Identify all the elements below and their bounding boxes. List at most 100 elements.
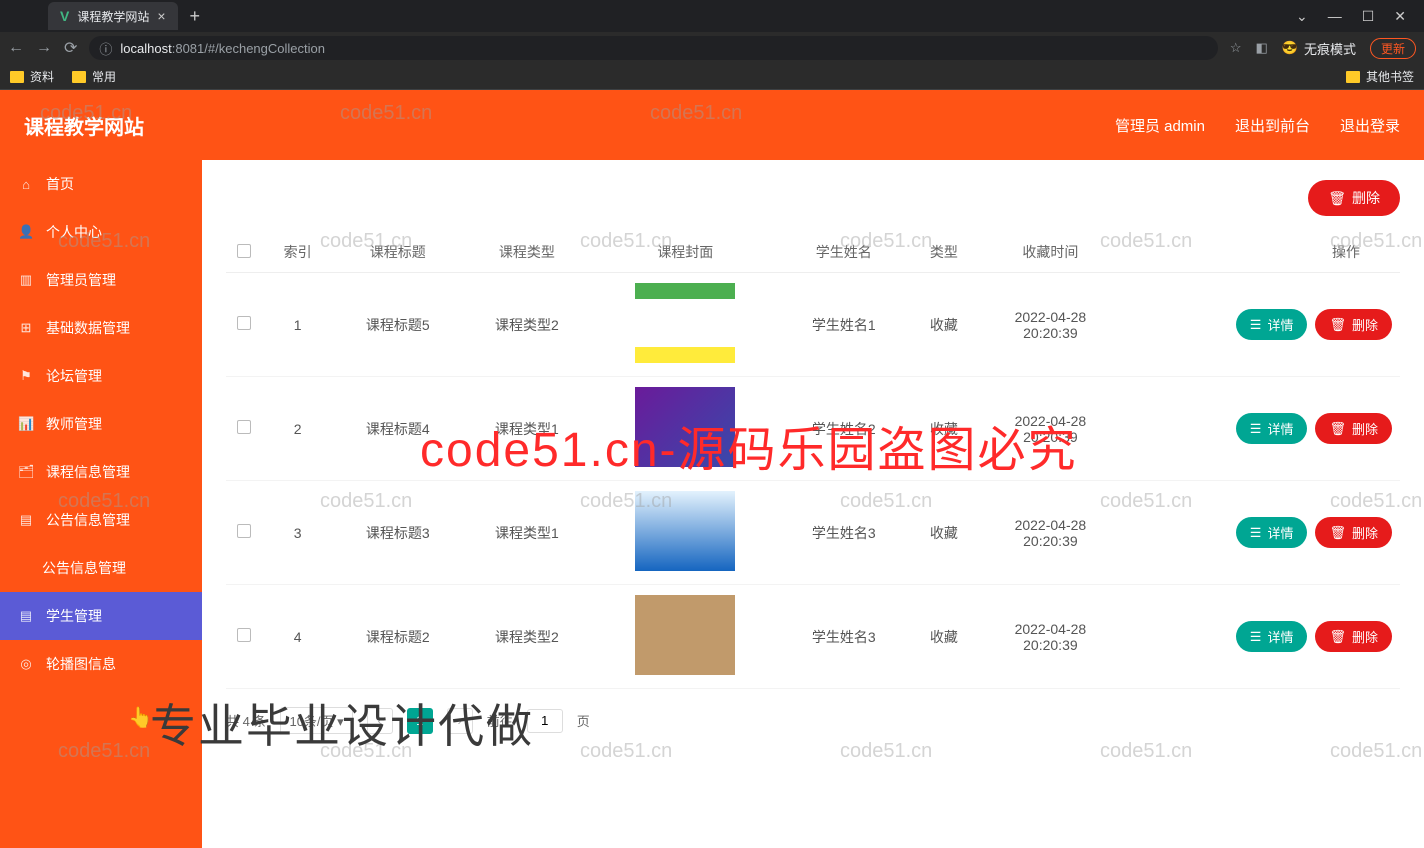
- sidebar-item-label: 基础数据管理: [46, 318, 130, 338]
- bookmark-bar: 资料 常用 其他书签: [0, 64, 1424, 90]
- col-title: 课程标题: [333, 232, 462, 273]
- sidebar-item-5[interactable]: 📊 教师管理: [0, 400, 202, 448]
- page-size-select[interactable]: 10条/页 ▾: [280, 707, 352, 734]
- close-icon[interactable]: ×: [157, 8, 165, 24]
- checkbox[interactable]: [237, 420, 251, 434]
- sidebar-item-1[interactable]: 👤个人中心: [0, 208, 202, 256]
- logout-link[interactable]: 退出登录: [1340, 115, 1400, 136]
- row-delete-button[interactable]: 🗑 删除: [1315, 517, 1392, 548]
- sidebar-item-0[interactable]: ⌂首页: [0, 160, 202, 208]
- sidebar-item-label: 教师管理: [46, 414, 102, 434]
- window-dropdown-icon[interactable]: ⌄: [1296, 8, 1308, 25]
- cell-cat: 收藏: [908, 585, 979, 689]
- goto-pre: 前往: [487, 711, 513, 730]
- user-badge[interactable]: 管理员 admin: [1115, 115, 1205, 136]
- page-number[interactable]: 1: [407, 708, 433, 734]
- star-icon[interactable]: ☆: [1230, 40, 1242, 56]
- next-page-button[interactable]: ›: [447, 708, 473, 734]
- main-content: 🗑 删除 索引 课程标题 课程类型 课程封面 学生姓名 类型 收藏时间: [202, 160, 1424, 848]
- sidebar-item-10[interactable]: ◎轮播图信息: [0, 640, 202, 688]
- sidebar-item-8[interactable]: 公告信息管理: [0, 544, 202, 592]
- url-path: /#/kechengCollection: [204, 41, 325, 56]
- vue-icon: V: [60, 8, 69, 24]
- checkbox[interactable]: [237, 316, 251, 330]
- window-maximize-icon[interactable]: ☐: [1362, 8, 1375, 25]
- row-delete-button[interactable]: 🗑 删除: [1315, 309, 1392, 340]
- window-close-icon[interactable]: ✕: [1394, 8, 1406, 25]
- url-port: :8081: [172, 41, 205, 56]
- sidebar-icon: ◎: [18, 656, 34, 672]
- cell-index: 2: [262, 377, 333, 481]
- cell-time: 2022-04-2820:20:39: [980, 481, 1122, 585]
- detail-button[interactable]: ☰ 详情: [1236, 309, 1308, 340]
- list-icon: ☰: [1250, 629, 1262, 645]
- window-minimize-icon[interactable]: —: [1328, 8, 1342, 25]
- sidebar-item-label: 课程信息管理: [46, 462, 130, 482]
- col-cat: 类型: [908, 232, 979, 273]
- to-front-link[interactable]: 退出到前台: [1235, 115, 1310, 136]
- trash-icon: 🗑: [1329, 317, 1346, 333]
- cell-time: 2022-04-2820:20:39: [980, 585, 1122, 689]
- extensions-icon[interactable]: ◧: [1255, 40, 1267, 56]
- detail-button[interactable]: ☰ 详情: [1236, 621, 1308, 652]
- back-icon[interactable]: ←: [8, 39, 24, 57]
- cell-student: 学生姓名2: [779, 377, 908, 481]
- total-label: 共 4 条: [226, 711, 266, 730]
- sidebar-item-label: 学生管理: [46, 606, 102, 626]
- sidebar-item-6[interactable]: 🗂课程信息管理: [0, 448, 202, 496]
- forward-icon[interactable]: →: [36, 39, 52, 57]
- col-ops: 操作: [1121, 232, 1400, 273]
- browser-tab[interactable]: V 课程教学网站 ×: [48, 2, 178, 30]
- checkbox[interactable]: [237, 628, 251, 642]
- cell-student: 学生姓名1: [779, 273, 908, 377]
- reload-icon[interactable]: ⟳: [64, 38, 77, 58]
- goto-input[interactable]: [527, 709, 563, 733]
- row-delete-button[interactable]: 🗑 删除: [1315, 413, 1392, 444]
- sidebar-item-4[interactable]: ⚑论坛管理: [0, 352, 202, 400]
- list-icon: ☰: [1250, 525, 1262, 541]
- delete-button[interactable]: 🗑 删除: [1308, 180, 1400, 216]
- cell-title: 课程标题4: [333, 377, 462, 481]
- checkbox-all[interactable]: [237, 244, 251, 258]
- cell-type: 课程类型1: [462, 377, 591, 481]
- table-row: 3课程标题3课程类型1学生姓名3收藏2022-04-2820:20:39☰ 详情…: [226, 481, 1400, 585]
- list-icon: ☰: [1250, 421, 1262, 437]
- sidebar-item-label: 公告信息管理: [46, 510, 130, 530]
- sidebar-item-9[interactable]: ▤学生管理: [0, 592, 202, 640]
- checkbox[interactable]: [237, 524, 251, 538]
- prev-page-button[interactable]: ‹: [367, 708, 393, 734]
- cell-student: 学生姓名3: [779, 481, 908, 585]
- chevron-down-icon: ▾: [337, 714, 344, 729]
- sidebar-item-7[interactable]: ▤ 公告信息管理: [0, 496, 202, 544]
- bookmark-other-label: 其他书签: [1366, 68, 1414, 85]
- bookmark-item[interactable]: 资料: [10, 68, 54, 85]
- cell-title: 课程标题3: [333, 481, 462, 585]
- sidebar-item-label: 个人中心: [46, 222, 102, 242]
- goto-post: 页: [577, 711, 590, 730]
- bookmark-other[interactable]: 其他书签: [1346, 68, 1414, 85]
- col-time: 收藏时间: [980, 232, 1122, 273]
- data-table: 索引 课程标题 课程类型 课程封面 学生姓名 类型 收藏时间 操作 1课程标题5…: [226, 232, 1400, 689]
- detail-button[interactable]: ☰ 详情: [1236, 413, 1308, 444]
- sidebar-icon: 📊: [18, 416, 34, 432]
- cell-index: 3: [262, 481, 333, 585]
- sidebar-item-3[interactable]: ⊞基础数据管理: [0, 304, 202, 352]
- trash-icon: 🗑: [1328, 190, 1346, 207]
- tab-strip: V 课程教学网站 × + ⌄ — ☐ ✕: [0, 0, 1424, 32]
- row-delete-button[interactable]: 🗑 删除: [1315, 621, 1392, 652]
- sidebar-item-2[interactable]: ▥管理员管理: [0, 256, 202, 304]
- url-field[interactable]: ⓘ localhost :8081 /#/kechengCollection: [89, 36, 1217, 60]
- cell-student: 学生姓名3: [779, 585, 908, 689]
- bookmark-item[interactable]: 常用: [72, 68, 116, 85]
- folder-icon: [10, 71, 24, 83]
- new-tab-button[interactable]: +: [190, 6, 201, 27]
- sidebar-icon: ▤: [18, 512, 34, 528]
- cell-cover: [591, 481, 779, 585]
- col-index: 索引: [262, 232, 333, 273]
- cell-title: 课程标题2: [333, 585, 462, 689]
- detail-button[interactable]: ☰ 详情: [1236, 517, 1308, 548]
- cover-thumb: [635, 595, 735, 675]
- update-button[interactable]: 更新: [1370, 38, 1416, 59]
- trash-icon: 🗑: [1329, 629, 1346, 645]
- bookmark-label: 资料: [30, 68, 54, 85]
